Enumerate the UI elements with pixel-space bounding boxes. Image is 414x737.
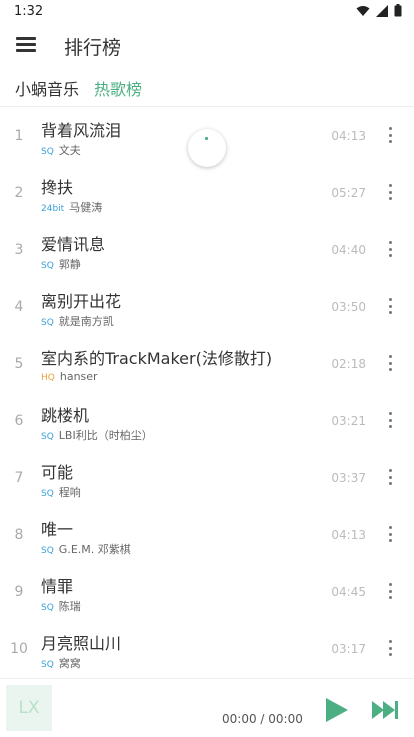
song-duration: 03:17: [331, 642, 366, 656]
album-cover[interactable]: LX: [6, 685, 52, 731]
song-title: 跳楼机: [41, 406, 90, 425]
song-artist: G.E.M. 邓紫棋: [58, 543, 131, 556]
status-time: 1:32: [14, 4, 44, 19]
song-meta: SQ 窝窝: [41, 655, 81, 671]
quality-badge: SQ: [41, 432, 54, 442]
song-list: 1 背着风流泪 SQ 文夫 04:13 2 搀扶 24bit 马健涛 05:27 3 爱情讯息 SQ 郭静…: [0, 107, 414, 677]
status-icons: [356, 4, 402, 17]
song-row[interactable]: 3 爱情讯息 SQ 郭静 04:40: [0, 221, 414, 278]
song-title: 月亮照山川: [41, 634, 122, 653]
loading-spinner: [188, 129, 226, 167]
song-duration: 03:21: [331, 414, 366, 428]
quality-badge: HQ: [41, 373, 55, 383]
app-bar: 排行榜: [0, 24, 414, 66]
more-vert-icon[interactable]: [382, 581, 398, 601]
song-meta: SQ LBI利比（时柏尘）: [41, 427, 153, 443]
song-row[interactable]: 7 可能 SQ 程响 03:37: [0, 449, 414, 506]
song-meta: SQ 郭静: [41, 256, 81, 272]
song-title: 背着风流泪: [41, 121, 122, 140]
page-title: 排行榜: [64, 37, 122, 59]
signal-icon: [376, 4, 388, 17]
song-rank: 10: [10, 641, 28, 657]
song-meta: SQ 陈瑞: [41, 598, 81, 614]
song-title: 爱情讯息: [41, 235, 106, 254]
more-vert-icon[interactable]: [382, 296, 398, 316]
playback-time: 00:00 / 00:00: [222, 712, 303, 726]
song-title: 搀扶: [41, 178, 74, 197]
player-bar: LX 00:00 / 00:00: [0, 678, 414, 737]
battery-icon: [394, 4, 402, 17]
quality-badge: SQ: [41, 318, 54, 328]
song-row[interactable]: 4 离别开出花 SQ 就是南方凯 03:50: [0, 278, 414, 335]
tab-xiaowo-music[interactable]: 小蜗音乐: [15, 76, 79, 100]
song-duration: 04:13: [331, 129, 366, 143]
song-rank: 8: [14, 527, 24, 543]
song-duration: 04:13: [331, 528, 366, 542]
song-meta: SQ 就是南方凯: [41, 313, 114, 329]
song-row[interactable]: 10 月亮照山川 SQ 窝窝 03:17: [0, 620, 414, 677]
quality-badge: SQ: [41, 546, 54, 556]
more-vert-icon[interactable]: [382, 239, 398, 259]
more-vert-icon[interactable]: [382, 125, 398, 145]
song-duration: 04:40: [331, 243, 366, 257]
song-meta: SQ 文夫: [41, 142, 81, 158]
song-rank: 5: [14, 356, 24, 372]
song-artist: 窝窝: [58, 657, 81, 670]
song-duration: 03:50: [331, 300, 366, 314]
status-bar: 1:32: [0, 0, 414, 24]
song-duration: 05:27: [331, 186, 366, 200]
song-title: 情罪: [41, 577, 74, 596]
song-rank: 1: [14, 128, 24, 144]
song-rank: 4: [14, 299, 24, 315]
more-vert-icon[interactable]: [382, 182, 398, 202]
song-meta: 24bit 马健涛: [41, 199, 102, 215]
tab-hot-songs[interactable]: 热歌榜: [94, 76, 142, 100]
song-artist: 程响: [58, 486, 81, 499]
song-title: 室内系的TrackMaker(法修散打): [41, 349, 273, 368]
song-duration: 02:18: [331, 357, 366, 371]
more-vert-icon[interactable]: [382, 638, 398, 658]
leaderboard-tabs: 小蜗音乐 热歌榜: [0, 66, 414, 107]
song-artist: 郭静: [58, 258, 81, 271]
song-rank: 7: [14, 470, 24, 486]
song-row[interactable]: 6 跳楼机 SQ LBI利比（时柏尘） 03:21: [0, 392, 414, 449]
quality-badge: SQ: [41, 147, 54, 157]
song-rank: 6: [14, 413, 24, 429]
more-vert-icon[interactable]: [382, 524, 398, 544]
song-artist: 就是南方凯: [58, 315, 114, 328]
song-meta: HQ hanser: [41, 370, 98, 383]
song-title: 可能: [41, 463, 74, 482]
song-row[interactable]: 2 搀扶 24bit 马健涛 05:27: [0, 164, 414, 221]
quality-badge: SQ: [41, 261, 54, 271]
menu-icon[interactable]: [16, 35, 38, 53]
more-vert-icon[interactable]: [382, 353, 398, 373]
song-artist: 文夫: [58, 144, 81, 157]
song-artist: hanser: [59, 370, 98, 383]
song-artist: 马健涛: [69, 201, 103, 214]
more-vert-icon[interactable]: [382, 467, 398, 487]
quality-badge: SQ: [41, 660, 54, 670]
song-rank: 2: [14, 185, 24, 201]
song-rank: 9: [14, 584, 24, 600]
song-meta: SQ 程响: [41, 484, 81, 500]
song-artist: 陈瑞: [58, 600, 81, 613]
wifi-icon: [356, 5, 370, 16]
skip-next-icon[interactable]: [371, 698, 399, 722]
song-duration: 03:37: [331, 471, 366, 485]
quality-badge: 24bit: [41, 204, 65, 214]
song-rank: 3: [14, 242, 24, 258]
song-title: 唯一: [41, 520, 74, 539]
song-row[interactable]: 5 室内系的TrackMaker(法修散打) HQ hanser 02:18: [0, 335, 414, 392]
quality-badge: SQ: [41, 603, 54, 613]
song-artist: LBI利比（时柏尘）: [58, 429, 153, 442]
quality-badge: SQ: [41, 489, 54, 499]
more-vert-icon[interactable]: [382, 410, 398, 430]
song-row[interactable]: 8 唯一 SQ G.E.M. 邓紫棋 04:13: [0, 506, 414, 563]
play-icon[interactable]: [324, 697, 350, 723]
song-row[interactable]: 9 情罪 SQ 陈瑞 04:45: [0, 563, 414, 620]
song-title: 离别开出花: [41, 292, 122, 311]
song-duration: 04:45: [331, 585, 366, 599]
song-meta: SQ G.E.M. 邓紫棋: [41, 541, 131, 557]
